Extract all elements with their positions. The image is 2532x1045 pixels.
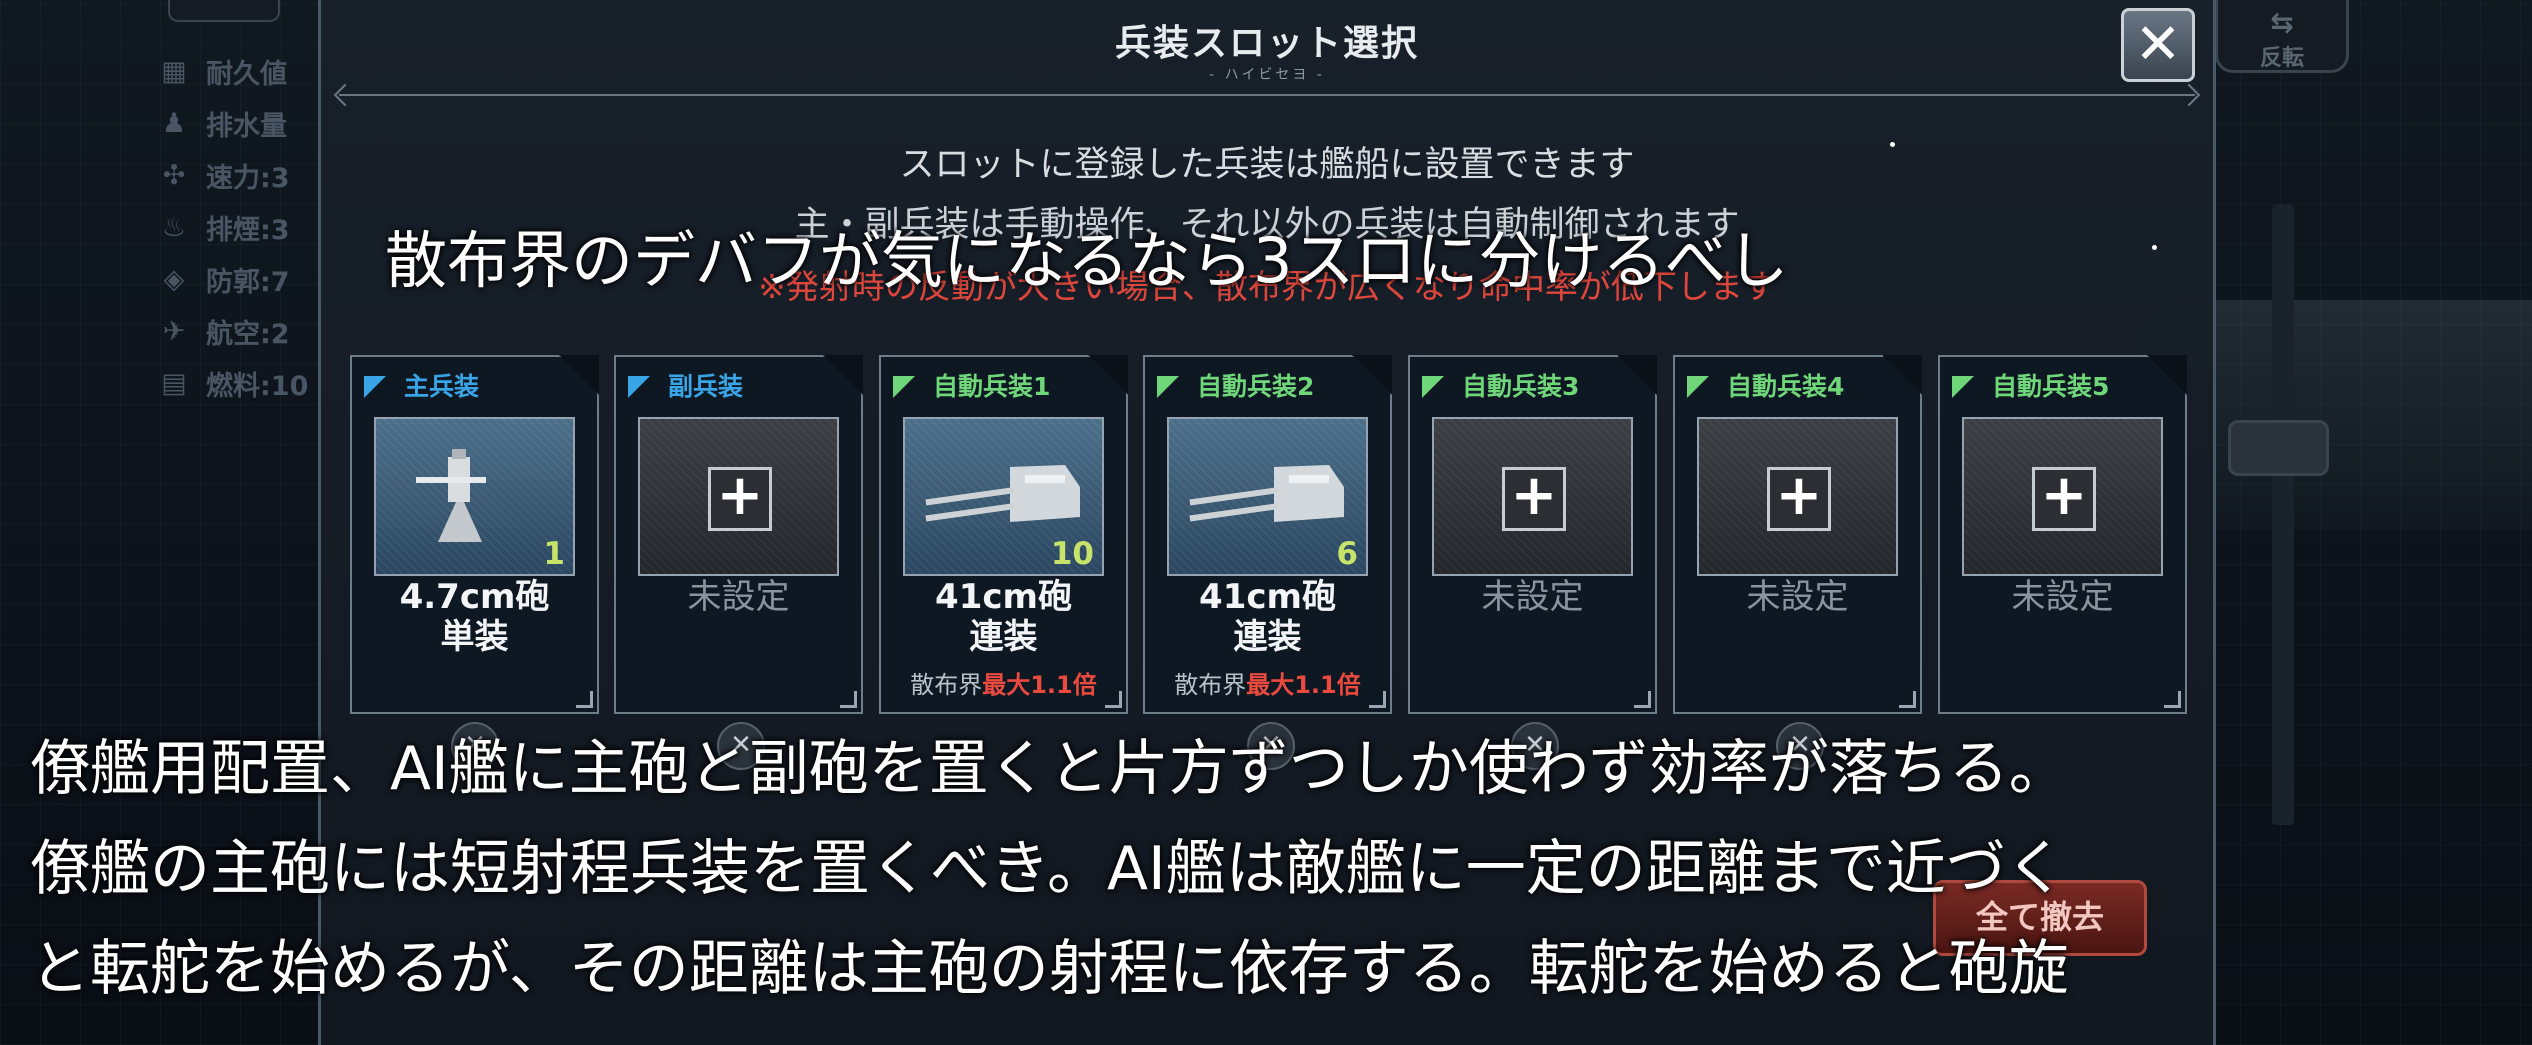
dispersion-info: 散布界最大1.1倍 bbox=[1174, 671, 1361, 699]
slot-main-weapon[interactable]: 主兵装 1 4.7cm砲 単装 bbox=[350, 355, 599, 714]
empty-label: 未設定 bbox=[687, 577, 790, 617]
weapon-slots: 主兵装 1 4.7cm砲 単装 副兵装 + 未設定 自動兵装1 10 41cm砲… bbox=[350, 355, 2190, 717]
info-text-1: スロットに登録した兵装は艦船に設置できます bbox=[899, 145, 1635, 185]
single-gun-icon bbox=[416, 449, 486, 542]
empty-slot-image: + bbox=[1697, 417, 1898, 576]
weapon-count: 10 bbox=[1050, 536, 1094, 572]
dialog-subtitle: - ハイビセヨ - bbox=[1209, 67, 1325, 83]
smoke-icon: ♨ bbox=[161, 211, 187, 243]
person-icon: ♟ bbox=[161, 107, 187, 139]
dialog-title: 兵装スロット選択 bbox=[1114, 23, 1419, 64]
slot-header: 主兵装 bbox=[364, 367, 479, 403]
zoom-slider-track[interactable] bbox=[2272, 205, 2294, 825]
zoom-slider-handle[interactable] bbox=[2228, 420, 2329, 476]
empty-label: 未設定 bbox=[2011, 577, 2114, 617]
caption-bottom-1: 僚艦用配置、AI艦に主砲と副砲を置くと片方ずつしか使わず効率が落ちる。 bbox=[30, 734, 2069, 804]
flip-icon: ⇆ bbox=[2270, 6, 2294, 39]
top-chip bbox=[168, 0, 280, 22]
plane-icon: ✈ bbox=[162, 315, 186, 347]
empty-slot-image: + bbox=[638, 417, 839, 576]
add-weapon-button[interactable]: + bbox=[2032, 467, 2096, 531]
weapon-count: 6 bbox=[1336, 536, 1358, 572]
flip-button[interactable]: ⇆ 反転 bbox=[2215, 0, 2349, 73]
shield-icon: ▦ bbox=[161, 55, 187, 87]
slot-header: 自動兵装2 bbox=[1157, 367, 1314, 403]
caption-bottom-3: と転舵を始めるが、その距離は主砲の射程に依存する。転舵を始めると砲旋 bbox=[30, 934, 2069, 1004]
fuel-icon: ▤ bbox=[161, 367, 187, 399]
propeller-icon: ✣ bbox=[162, 159, 186, 191]
weapon-image: 10 bbox=[903, 417, 1104, 576]
weapon-count: 1 bbox=[543, 536, 565, 572]
close-icon: ✕ bbox=[2134, 12, 2182, 77]
add-weapon-button[interactable]: + bbox=[1502, 467, 1566, 531]
slot-header: 副兵装 bbox=[628, 367, 743, 403]
slot-auto-weapon-3[interactable]: 自動兵装3 + 未設定 bbox=[1408, 355, 1657, 714]
weapon-image: 6 bbox=[1167, 417, 1368, 576]
weapon-name: 4.7cm砲 単装 bbox=[399, 577, 550, 657]
slot-auto-weapon-4[interactable]: 自動兵装4 + 未設定 bbox=[1673, 355, 1922, 714]
slot-auto-weapon-2[interactable]: 自動兵装2 6 41cm砲 連装 散布界最大1.1倍 bbox=[1143, 355, 1392, 714]
slot-auto-weapon-5[interactable]: 自動兵装5 + 未設定 bbox=[1938, 355, 2187, 714]
empty-slot-image: + bbox=[1432, 417, 1633, 576]
weapon-image: 1 bbox=[374, 417, 575, 576]
slot-header: 自動兵装1 bbox=[893, 367, 1050, 403]
weapon-name: 41cm砲 連装 bbox=[1199, 577, 1336, 657]
caption-top: 散布界のデバフが気になるなら3スロに分けるべし bbox=[385, 224, 1789, 297]
slot-sub-weapon[interactable]: 副兵装 + 未設定 bbox=[614, 355, 863, 714]
slot-header: 自動兵装4 bbox=[1687, 367, 1844, 403]
title-divider bbox=[339, 94, 2195, 96]
add-weapon-button[interactable]: + bbox=[1767, 467, 1831, 531]
empty-label: 未設定 bbox=[1481, 577, 1584, 617]
twin-turret-icon bbox=[1189, 465, 1344, 522]
dispersion-info: 散布界最大1.1倍 bbox=[910, 671, 1097, 699]
add-weapon-button[interactable]: + bbox=[708, 467, 772, 531]
empty-slot-image: + bbox=[1962, 417, 2163, 576]
close-button[interactable]: ✕ bbox=[2121, 8, 2195, 82]
empty-label: 未設定 bbox=[1746, 577, 1849, 617]
slot-header: 自動兵装3 bbox=[1422, 367, 1579, 403]
weapon-name: 41cm砲 連装 bbox=[935, 577, 1072, 657]
armor-icon: ◈ bbox=[163, 263, 185, 295]
slot-auto-weapon-1[interactable]: 自動兵装1 10 41cm砲 連装 散布界最大1.1倍 bbox=[879, 355, 1128, 714]
slot-header: 自動兵装5 bbox=[1952, 367, 2109, 403]
caption-bottom-2: 僚艦の主砲には短射程兵装を置くべき。AI艦は敵艦に一定の距離まで近づく bbox=[30, 834, 2066, 904]
